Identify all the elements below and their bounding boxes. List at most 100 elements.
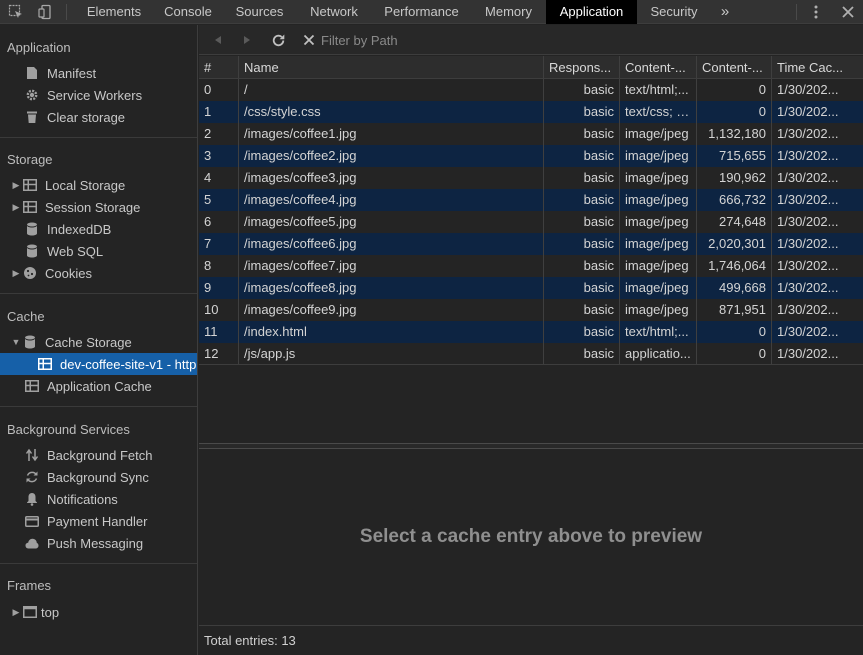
kebab-menu-icon[interactable] xyxy=(804,0,828,24)
tab-performance[interactable]: Performance xyxy=(372,0,471,24)
cell-response-type: basic xyxy=(544,101,620,123)
cell-response-type: basic xyxy=(544,123,620,145)
sidebar-item-label: Cache Storage xyxy=(45,334,132,350)
sidebar-item-notifications[interactable]: Notifications xyxy=(0,488,197,510)
sidebar-item-web-sql[interactable]: Web SQL xyxy=(0,240,197,262)
sidebar-item-dev-coffee-site-v1[interactable]: dev-coffee-site-v1 - http xyxy=(0,353,197,375)
sidebar-item-indexeddb[interactable]: IndexedDB xyxy=(0,218,197,240)
cell-content-length: 715,655 xyxy=(697,145,772,167)
table-row[interactable]: 12 /js/app.js basic applicatio... 0 1/30… xyxy=(199,343,863,365)
trash-icon xyxy=(25,110,39,124)
tab-elements[interactable]: Elements xyxy=(75,0,153,24)
sidebar-item-label: Application Cache xyxy=(47,378,152,394)
collapse-triangle-icon[interactable]: ▼ xyxy=(11,337,21,347)
sidebar-item-service-workers[interactable]: Service Workers xyxy=(0,84,197,106)
table-row[interactable]: 6 /images/coffee5.jpg basic image/jpeg 2… xyxy=(199,211,863,233)
cell-index: 1 xyxy=(199,101,239,123)
sidebar-item-cache-storage[interactable]: ▼ Cache Storage xyxy=(0,331,197,353)
expand-triangle-icon[interactable]: ▶ xyxy=(11,607,21,618)
sidebar-item-clear-storage[interactable]: Clear storage xyxy=(0,106,197,128)
expand-triangle-icon[interactable]: ▶ xyxy=(11,268,21,279)
tab-memory[interactable]: Memory xyxy=(471,0,546,24)
table-header: # Name Respons... Content-... Content-..… xyxy=(199,56,863,79)
sidebar-item-frame-top[interactable]: ▶ top xyxy=(0,601,197,623)
table-row[interactable]: 7 /images/coffee6.jpg basic image/jpeg 2… xyxy=(199,233,863,255)
document-icon xyxy=(25,66,39,80)
sidebar-item-label: Local Storage xyxy=(45,177,126,193)
table-row[interactable]: 1 /css/style.css basic text/css; c... 0 … xyxy=(199,101,863,123)
refresh-button[interactable] xyxy=(267,25,289,55)
cell-name: /images/coffee1.jpg xyxy=(239,123,544,145)
cell-time-cached: 1/30/202... xyxy=(777,324,839,339)
sidebar-item-background-sync[interactable]: Background Sync xyxy=(0,466,197,488)
tab-console[interactable]: Console xyxy=(153,0,223,24)
table-row[interactable]: 2 /images/coffee1.jpg basic image/jpeg 1… xyxy=(199,123,863,145)
table-row[interactable]: 10 /images/coffee9.jpg basic image/jpeg … xyxy=(199,299,863,321)
sidebar-item-payment-handler[interactable]: Payment Handler xyxy=(0,510,197,532)
cell-index: 8 xyxy=(199,255,239,277)
preview-pane: Select a cache entry above to preview xyxy=(199,449,863,625)
cache-entries-table: # Name Respons... Content-... Content-..… xyxy=(199,56,863,365)
sidebar-item-session-storage[interactable]: ▶ Session Storage xyxy=(0,196,197,218)
cell-response-type: basic xyxy=(544,189,620,211)
table-row[interactable]: 3 /images/coffee2.jpg basic image/jpeg 7… xyxy=(199,145,863,167)
tab-network[interactable]: Network xyxy=(296,0,372,24)
sidebar-item-label: Notifications xyxy=(47,491,118,507)
sidebar-item-cookies[interactable]: ▶ Cookies xyxy=(0,262,197,284)
column-header-time-cached[interactable]: Time Cac... xyxy=(772,56,863,78)
grid-icon xyxy=(23,178,37,192)
device-toolbar-icon[interactable] xyxy=(33,0,57,24)
inspect-element-icon[interactable] xyxy=(4,0,28,24)
cell-index: 12 xyxy=(199,343,239,364)
tab-application[interactable]: Application xyxy=(546,0,637,24)
cell-response-type: basic xyxy=(544,79,620,101)
cell-response-type: basic xyxy=(544,233,620,255)
table-row[interactable]: 9 /images/coffee8.jpg basic image/jpeg 4… xyxy=(199,277,863,299)
column-header-content-length[interactable]: Content-... xyxy=(697,56,772,78)
database-icon xyxy=(23,335,37,349)
expand-triangle-icon[interactable]: ▶ xyxy=(11,202,21,213)
table-row[interactable]: 8 /images/coffee7.jpg basic image/jpeg 1… xyxy=(199,255,863,277)
column-header-content-type[interactable]: Content-... xyxy=(620,56,697,78)
sidebar-item-push-messaging[interactable]: Push Messaging xyxy=(0,532,197,554)
tab-sources[interactable]: Sources xyxy=(223,0,296,24)
sidebar-item-background-fetch[interactable]: Background Fetch xyxy=(0,444,197,466)
sidebar-item-label: IndexedDB xyxy=(47,221,112,237)
cell-content-type: image/jpeg xyxy=(620,189,697,211)
sidebar-divider xyxy=(0,137,197,138)
table-row[interactable]: 11 /index.html basic text/html;... 0 1/3… xyxy=(199,321,863,343)
close-icon[interactable] xyxy=(836,0,860,24)
toolbar-divider xyxy=(796,4,797,20)
application-sidebar: Application Manifest Service Workers Cle… xyxy=(0,25,198,655)
gear-icon xyxy=(25,88,39,102)
filter-by-path-input[interactable] xyxy=(321,30,851,50)
cell-content-type: image/jpeg xyxy=(620,277,697,299)
next-page-button[interactable] xyxy=(236,25,258,55)
table-row[interactable]: 5 /images/coffee4.jpg basic image/jpeg 6… xyxy=(199,189,863,211)
cell-content-type: image/jpeg xyxy=(620,123,697,145)
cell-name: /images/coffee4.jpg xyxy=(239,189,544,211)
cell-response-type: basic xyxy=(544,321,620,343)
sidebar-item-application-cache[interactable]: Application Cache xyxy=(0,375,197,397)
table-row[interactable]: 4 /images/coffee3.jpg basic image/jpeg 1… xyxy=(199,167,863,189)
more-tabs-button[interactable]: » xyxy=(711,0,739,24)
expand-triangle-icon[interactable]: ▶ xyxy=(11,180,21,191)
previous-page-button[interactable] xyxy=(207,25,229,55)
database-icon xyxy=(25,222,39,236)
table-row[interactable]: 0 / basic text/html;... 0 1/30/202... xyxy=(199,79,863,101)
grid-icon xyxy=(25,379,39,393)
cell-index: 10 xyxy=(199,299,239,321)
cell-name: /images/coffee9.jpg xyxy=(239,299,544,321)
cell-time-cached: 1/30/202... xyxy=(777,170,839,185)
sidebar-item-local-storage[interactable]: ▶ Local Storage xyxy=(0,174,197,196)
sidebar-item-manifest[interactable]: Manifest xyxy=(0,62,197,84)
column-header-index[interactable]: # xyxy=(199,56,239,78)
column-header-response-type[interactable]: Respons... xyxy=(544,56,620,78)
tab-security[interactable]: Security xyxy=(637,0,711,24)
cell-index: 4 xyxy=(199,167,239,189)
sidebar-item-label: Service Workers xyxy=(47,87,143,103)
cell-name: /images/coffee5.jpg xyxy=(239,211,544,233)
column-header-name[interactable]: Name xyxy=(239,56,544,78)
delete-entry-button[interactable] xyxy=(298,25,320,55)
cell-content-length: 190,962 xyxy=(697,167,772,189)
